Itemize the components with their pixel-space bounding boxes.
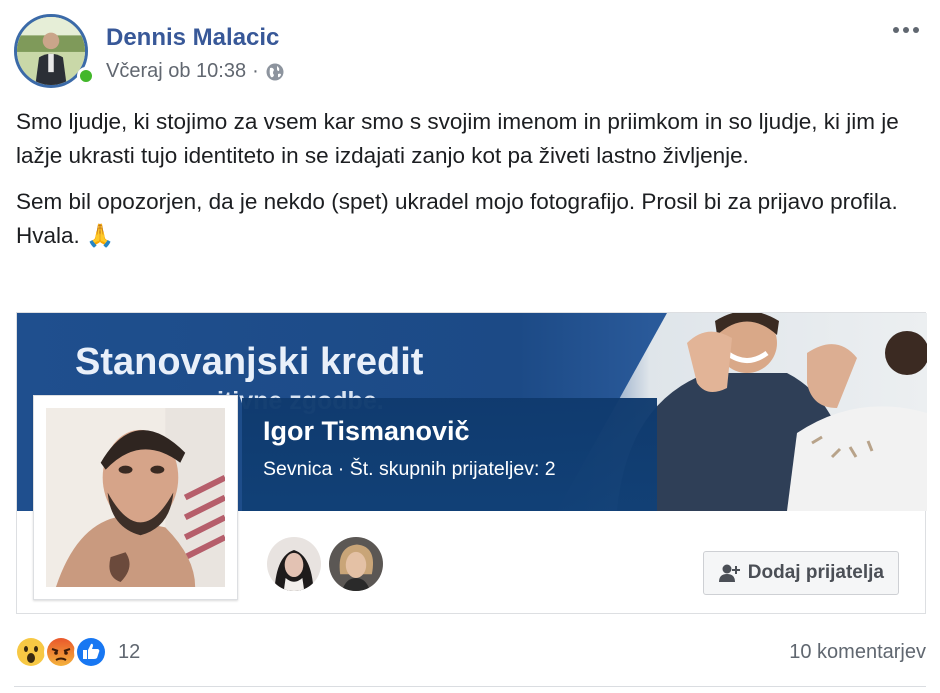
- mutual-friend-avatar[interactable]: [265, 535, 323, 593]
- online-status-dot: [77, 67, 95, 85]
- profile-picture-image: [46, 408, 225, 587]
- add-friend-button[interactable]: Dodaj prijatelja: [702, 551, 899, 595]
- more-options-button[interactable]: [886, 16, 926, 44]
- post-timestamp[interactable]: Včeraj ob 10:38: [106, 60, 246, 83]
- globe-icon[interactable]: [265, 62, 285, 82]
- author-avatar-image: [17, 17, 85, 85]
- comment-count-link[interactable]: 10 komentarjev: [789, 641, 926, 664]
- post-paragraph-text: Sem bil opozorjen, da je nekdo (spet) uk…: [16, 189, 898, 248]
- more-dot: [903, 27, 909, 33]
- more-dot: [913, 27, 919, 33]
- add-friend-icon: [718, 564, 740, 582]
- shared-profile-subtitle: Sevnica · Št. skupnih prijateljev: 2: [263, 458, 556, 480]
- mutual-friends: [265, 535, 389, 593]
- post-meta: Včeraj ob 10:38 ·: [106, 60, 285, 83]
- post-paragraph: Smo ljudje, ki stojimo za vsem kar smo s…: [16, 109, 899, 168]
- shared-profile-card[interactable]: Stanovanjski kredit itivne zgodbe. Igor …: [16, 312, 927, 614]
- shared-profile-picture[interactable]: [33, 395, 238, 600]
- add-friend-label: Dodaj prijatelja: [747, 562, 884, 583]
- post-footer: 12 10 komentarjev: [14, 633, 926, 673]
- angry-reaction-icon: [44, 635, 78, 669]
- mutual-friend-avatar[interactable]: [327, 535, 385, 593]
- wow-reaction-icon: [14, 635, 48, 669]
- post-author-name[interactable]: Dennis Malacic: [106, 24, 279, 52]
- mutual-friend-image: [267, 537, 321, 591]
- meta-separator: ·: [252, 60, 259, 82]
- reaction-count[interactable]: 12: [118, 641, 140, 664]
- more-dot: [893, 27, 899, 33]
- cover-headline: Stanovanjski kredit: [75, 341, 424, 383]
- post-body: Smo ljudje, ki stojimo za vsem kar smo s…: [16, 105, 926, 265]
- like-reaction-icon: [74, 635, 108, 669]
- post-header: Dennis Malacic Včeraj ob 10:38 ·: [14, 14, 926, 88]
- name-banner: [242, 398, 657, 511]
- shared-profile-name[interactable]: Igor Tismanovič: [263, 416, 470, 447]
- reaction-summary[interactable]: 12: [14, 635, 140, 669]
- mutual-friend-image: [329, 537, 383, 591]
- folded-hands-emoji: 🙏: [86, 223, 115, 248]
- post-paragraph: Sem bil opozorjen, da je nekdo (spet) uk…: [16, 185, 926, 253]
- footer-divider: [14, 686, 926, 687]
